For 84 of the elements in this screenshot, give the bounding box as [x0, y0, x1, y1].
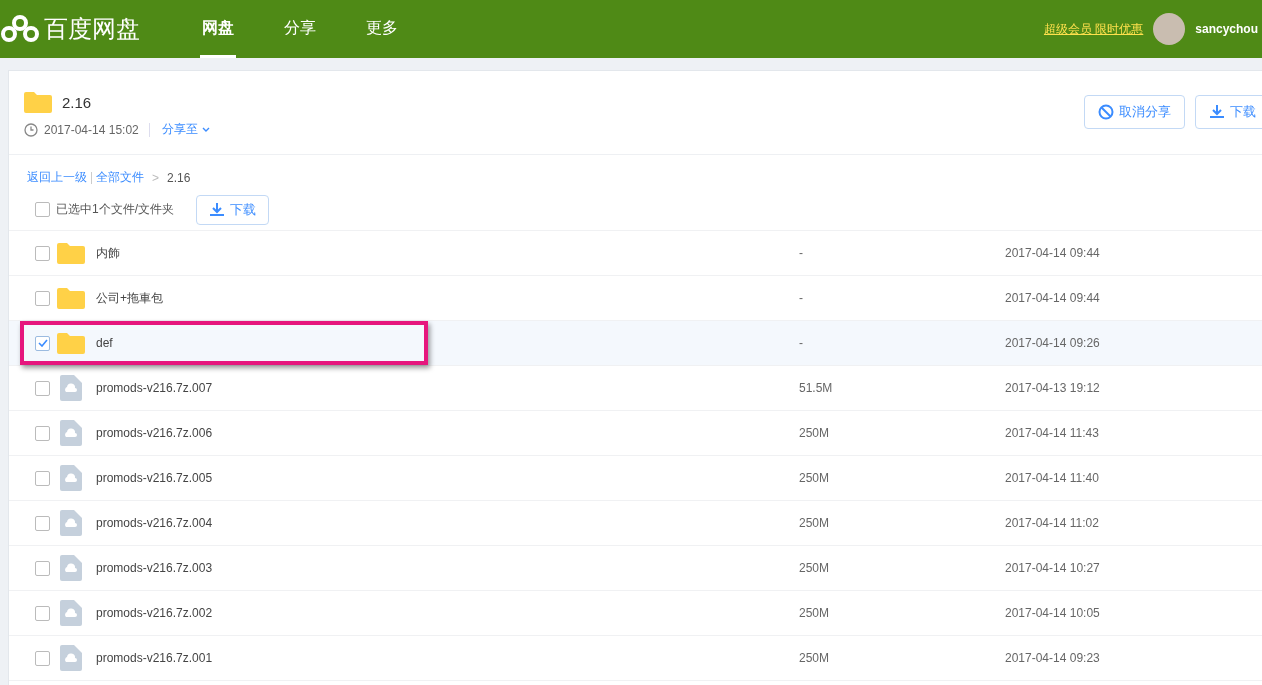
select-all-checkbox[interactable] — [35, 202, 50, 217]
file-date: 2017-04-14 09:26 — [1005, 336, 1100, 350]
row-checkbox[interactable] — [35, 515, 50, 531]
file-name[interactable]: promods-v216.7z.003 — [96, 561, 799, 575]
folder-icon — [57, 242, 85, 264]
file-date: 2017-04-14 11:43 — [1005, 426, 1099, 440]
file-row[interactable]: promods-v216.7z.001 250M 2017-04-14 09:23 — [9, 636, 1262, 681]
selection-count: 已选中1个文件/文件夹 — [56, 201, 174, 218]
nav-tab[interactable]: 网盘 — [200, 0, 236, 58]
file-row[interactable]: promods-v216.7z.006 250M 2017-04-14 11:43 — [9, 411, 1262, 456]
file-name[interactable]: promods-v216.7z.001 — [96, 651, 799, 665]
file-size: 250M — [799, 516, 831, 530]
row-checkbox[interactable] — [35, 290, 50, 306]
folder-icon — [24, 91, 52, 113]
username[interactable]: sancychou — [1195, 22, 1258, 36]
file-row[interactable]: def - 2017-04-14 09:26 — [9, 321, 1262, 366]
caret-icon — [201, 126, 210, 133]
cloud-file-icon — [60, 375, 82, 401]
clock-icon — [24, 122, 38, 137]
file-size: 250M — [799, 471, 831, 485]
row-checkbox[interactable] — [35, 380, 50, 396]
row-checkbox[interactable] — [35, 650, 50, 666]
file-date: 2017-04-13 19:12 — [1005, 381, 1100, 395]
download-button[interactable]: 下载 — [1195, 95, 1262, 129]
file-row[interactable]: promods-v216.7z.007 51.5M 2017-04-13 19:12 — [9, 366, 1262, 411]
file-date: 2017-04-14 10:05 — [1005, 606, 1100, 620]
file-date: 2017-04-14 11:40 — [1005, 471, 1099, 485]
cloud-file-icon — [60, 645, 82, 671]
back-link[interactable]: 返回上一级 — [27, 169, 87, 186]
row-checkbox[interactable] — [35, 335, 50, 351]
row-checkbox[interactable] — [35, 245, 50, 261]
cloud-file-icon — [60, 465, 82, 491]
row-checkbox[interactable] — [35, 605, 50, 621]
avatar[interactable] — [1153, 13, 1186, 45]
file-name[interactable]: promods-v216.7z.007 — [96, 381, 799, 395]
check-icon — [37, 339, 48, 347]
file-name[interactable]: promods-v216.7z.004 — [96, 516, 799, 530]
ban-icon — [1098, 104, 1114, 120]
share-time: 2017-04-14 15:02 — [44, 122, 150, 137]
file-name[interactable]: 内飾 — [96, 244, 799, 262]
file-size: 250M — [799, 561, 831, 575]
file-size: - — [799, 336, 804, 350]
file-size: - — [799, 291, 804, 305]
file-date: 2017-04-14 09:23 — [1005, 651, 1100, 665]
file-date: 2017-04-14 10:27 — [1005, 561, 1100, 575]
file-size: 250M — [799, 651, 831, 665]
file-date: 2017-04-14 09:44 — [1005, 246, 1100, 260]
file-row[interactable]: promods-v216.7z.003 250M 2017-04-14 10:27 — [9, 546, 1262, 591]
row-checkbox[interactable] — [35, 560, 50, 576]
row-checkbox[interactable] — [35, 470, 50, 486]
breadcrumb-separator: > — [152, 170, 159, 185]
file-date: 2017-04-14 11:02 — [1005, 516, 1099, 530]
cloud-file-icon — [60, 420, 82, 446]
breadcrumb-link[interactable]: 全部文件 — [96, 169, 144, 186]
file-date: 2017-04-14 09:44 — [1005, 291, 1100, 305]
file-size: - — [799, 246, 804, 260]
folder-icon — [57, 332, 85, 354]
folder-icon — [57, 287, 85, 309]
file-name[interactable]: promods-v216.7z.002 — [96, 606, 799, 620]
cloud-logo-icon — [0, 15, 40, 43]
file-size: 250M — [799, 426, 831, 440]
file-row[interactable]: promods-v216.7z.004 250M 2017-04-14 11:02 — [9, 501, 1262, 546]
download-icon — [209, 201, 225, 218]
nav-tab[interactable]: 更多 — [364, 0, 400, 58]
logo-text: 百度网盘 — [44, 14, 140, 45]
nav-tab[interactable]: 分享 — [282, 0, 318, 58]
file-row[interactable]: 内飾 - 2017-04-14 09:44 — [9, 231, 1262, 276]
file-name[interactable]: promods-v216.7z.005 — [96, 471, 799, 485]
share-title: 2.16 — [62, 93, 92, 111]
cloud-file-icon — [60, 600, 82, 626]
file-size: 250M — [799, 606, 831, 620]
cancel-share-button[interactable]: 取消分享 — [1084, 95, 1185, 129]
file-name[interactable]: def — [96, 336, 799, 350]
file-row[interactable]: promods-v216.7z.002 250M 2017-04-14 10:05 — [9, 591, 1262, 636]
row-checkbox[interactable] — [35, 425, 50, 441]
cloud-file-icon — [60, 555, 82, 581]
download-button[interactable]: 下载 — [196, 194, 269, 225]
file-name[interactable]: 公司+拖車包 — [96, 289, 799, 307]
file-size: 51.5M — [799, 381, 834, 395]
breadcrumb-current: 2.16 — [167, 170, 191, 185]
download-icon — [1209, 104, 1225, 120]
file-row[interactable]: promods-v216.7z.005 250M 2017-04-14 11:40 — [9, 456, 1262, 501]
file-name[interactable]: promods-v216.7z.006 — [96, 426, 799, 440]
cloud-file-icon — [60, 510, 82, 536]
